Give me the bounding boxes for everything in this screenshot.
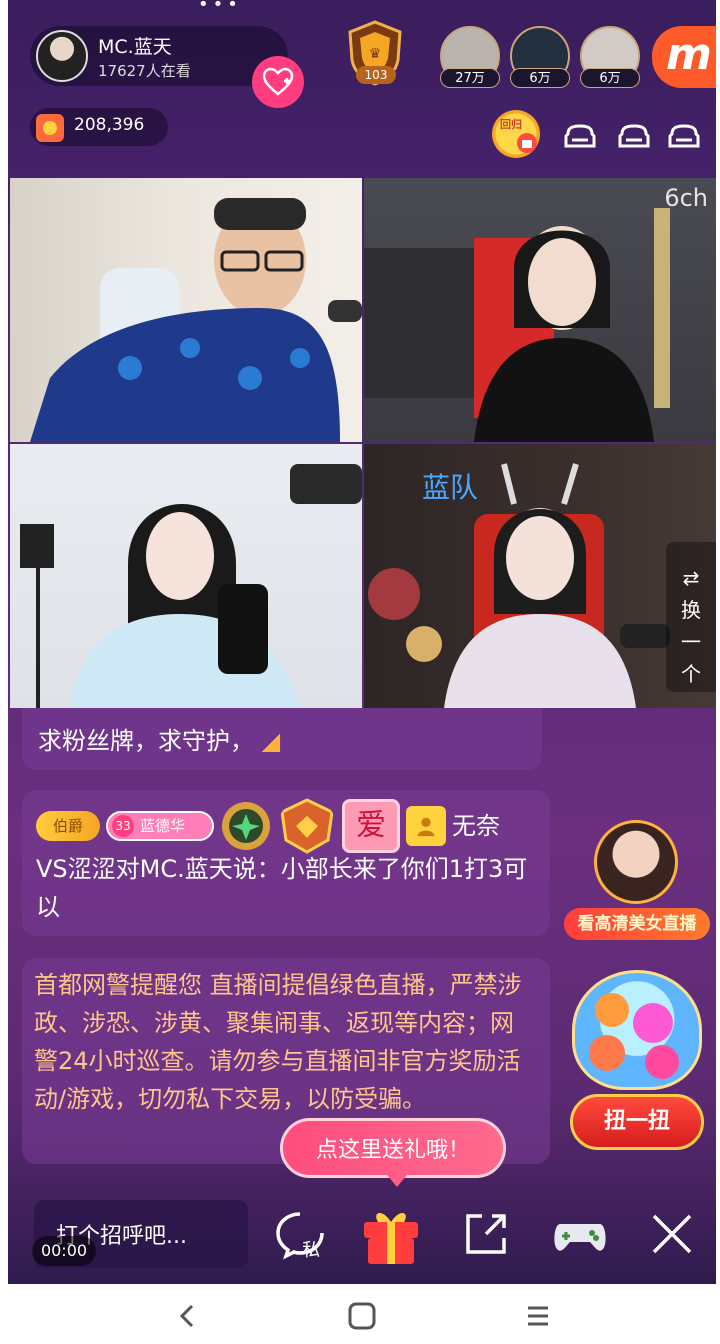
switch-icon: ⇄ [682, 566, 700, 590]
rank-level: 103 [356, 66, 396, 84]
live-room: ••• MC.蓝天 17627人在看 ♛ 103 27万 6万 6万 m 208… [8, 0, 716, 1284]
switch-label-3: 个 [681, 662, 701, 686]
sofa-seat-icon[interactable] [616, 118, 652, 154]
noble-title-badge: 伯爵 [36, 811, 100, 841]
chat-message: 伯爵 33 蓝德华 爱 无奈 VS涩涩对MC.蓝天说：小部长来了你们1打3可以 [22, 790, 550, 936]
video-tile-host[interactable] [10, 178, 362, 442]
platform-watermark: 6ch [664, 184, 708, 212]
private-message-button[interactable]: 私 [272, 1206, 328, 1262]
gacha-machine[interactable]: 扭一扭 [566, 970, 708, 1152]
share-button[interactable] [458, 1206, 514, 1262]
viewer-contribution: 6万 [510, 68, 570, 88]
guard-badge[interactable]: 回归 [492, 110, 540, 158]
gift-button[interactable] [356, 1198, 426, 1268]
coins-counter[interactable]: 208,396 [30, 108, 168, 146]
streamer-figure [20, 464, 362, 708]
multi-stream-grid: 6ch 蓝队 ⇄ 换 一 个 [8, 178, 716, 708]
pray-emoji-icon: ◢ [261, 727, 281, 755]
system-nav-bar [0, 1284, 720, 1344]
viewer-avatar[interactable]: 6万 [510, 26, 570, 88]
streamer-figure [368, 463, 670, 708]
notice-text: 首都网警提醒您 直播间提倡绿色直播，严禁涉政、涉恐、涉黄、聚集闹事、返现等内容；… [34, 971, 522, 1113]
sofa-seat-icon[interactable] [562, 118, 598, 154]
chat-text: 求粉丝牌，求守护， [38, 727, 254, 755]
back-icon[interactable] [170, 1298, 206, 1334]
host-info[interactable]: MC.蓝天 17627人在看 [30, 26, 304, 108]
heart-plus-icon [262, 67, 294, 96]
menu-icon[interactable] [520, 1298, 556, 1334]
video-tile-guest-2[interactable] [10, 444, 362, 708]
switch-stream-button[interactable]: ⇄ 换 一 个 [666, 542, 716, 692]
chat-message: 求粉丝牌，求守护， ◢ [22, 708, 542, 770]
love-badge: 爱 [342, 799, 400, 853]
game-button[interactable] [550, 1206, 606, 1262]
svg-text:♛: ♛ [369, 46, 382, 62]
home-icon[interactable] [344, 1298, 380, 1334]
phone-screen: ••• MC.蓝天 17627人在看 ♛ 103 27万 6万 6万 m 208… [0, 0, 720, 1344]
close-icon [652, 1214, 692, 1254]
gift-box-icon [364, 1212, 418, 1264]
switch-label-1: 换 [681, 598, 701, 622]
rank-badge[interactable]: ♛ 103 [338, 18, 412, 92]
viewer-avatar[interactable]: 27万 [440, 26, 500, 88]
sofa-seat-icon[interactable] [666, 118, 702, 154]
gacha-button[interactable]: 扭一扭 [570, 1094, 704, 1150]
close-button[interactable] [644, 1206, 700, 1262]
promo-avatar [594, 820, 678, 904]
coins-value: 208,396 [74, 115, 145, 135]
guard-medal-icon [280, 798, 334, 854]
gift-box-icon [517, 133, 537, 153]
gacha-globe [572, 970, 702, 1090]
status-bar: ••• [8, 0, 716, 15]
switch-label-2: 一 [681, 630, 701, 654]
guard-badge-label: 回归 [500, 118, 522, 131]
gift-tooltip[interactable]: 点这里送礼哦！ [280, 1118, 506, 1187]
chat-text: VS涩涩对MC.蓝天说：小部长来了你们1打3可以 [36, 855, 528, 921]
gamepad-icon [554, 1224, 606, 1251]
fan-level: 33 [112, 815, 134, 837]
streamer-figure [30, 198, 362, 442]
hd-live-promo[interactable]: 看高清美女直播 [564, 820, 710, 944]
fan-club-name: 蓝德华 [140, 817, 186, 835]
viewer-avatar[interactable]: 6万 [580, 26, 640, 88]
viewer-count: 17627人在看 [98, 62, 191, 80]
timer-badge: 00:00 [32, 1236, 96, 1266]
promo-tag: 看高清美女直播 [564, 908, 710, 940]
fan-badge: 33 蓝德华 [106, 811, 214, 841]
top-viewers: 27万 6万 6万 m [438, 26, 716, 88]
share-icon [466, 1214, 506, 1254]
host-avatar[interactable] [36, 30, 88, 82]
user-badges: 伯爵 33 蓝德华 爱 无奈 [36, 798, 536, 854]
follow-button[interactable] [252, 56, 304, 108]
team-label: 蓝队 [422, 471, 479, 504]
viewer-contribution: 27万 [440, 68, 500, 88]
host-name: MC.蓝天 [98, 36, 172, 58]
streamer-figure [364, 208, 670, 442]
status-dots: ••• [198, 0, 242, 15]
video-tile-guest-3[interactable]: 蓝队 ⇄ 换 一 个 [364, 444, 716, 708]
rank-medal-icon [222, 802, 270, 850]
user-icon [406, 806, 446, 846]
private-label: 私 [302, 1240, 320, 1261]
coin-icon [36, 114, 64, 142]
viewer-contribution: 6万 [580, 68, 640, 88]
chat-username[interactable]: 无奈 [452, 807, 500, 845]
brand-logo[interactable]: m [652, 26, 716, 88]
video-tile-guest-1[interactable]: 6ch [364, 178, 716, 442]
